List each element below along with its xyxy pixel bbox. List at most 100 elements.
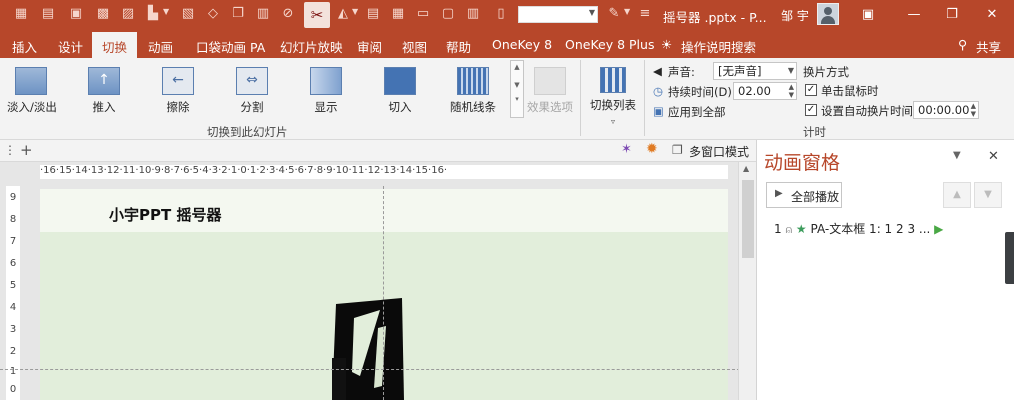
side-panel-handle[interactable] [1005,232,1014,284]
transition-random-bars[interactable]: 随机线条 [449,64,497,115]
magic-icon[interactable]: ✶ [621,142,632,157]
text-color-icon[interactable]: ◭ [335,6,351,22]
transition-cut[interactable]: 切入 [376,64,424,115]
tell-me-search[interactable]: 操作说明搜索 [681,37,756,56]
multi-window-button[interactable]: 多窗口模式 [689,143,749,160]
chevron-down-icon[interactable]: ▼ [589,8,595,17]
tab-pocket-animation[interactable]: 口袋动画 PA [196,37,265,56]
animation-brush-icon[interactable]: ✂ [304,2,330,28]
redo-icon[interactable]: ▣ [68,6,84,22]
after-time-stepper[interactable]: 00:00.00 ▲ ▼ [913,101,979,119]
picture-icon[interactable]: ▧ [180,6,196,22]
fade-icon [15,67,47,95]
scrollbar-thumb[interactable] [742,180,754,258]
tab-animations[interactable]: 动画 [148,37,173,56]
on-click-checkbox[interactable]: ✓ [805,84,817,96]
switch-list-icon [600,67,626,93]
horizontal-ruler: ·16·15·14·13·12·11·10·9·8·7·6·5·4·3·2·1·… [40,165,728,179]
minimize-icon[interactable]: — [906,7,922,23]
chevron-down-icon[interactable]: ▼ [352,7,358,16]
stepper-arrows-icon[interactable]: ▲ ▼ [971,102,976,118]
copy-icon[interactable]: ❐ [230,6,246,22]
crop-icon[interactable]: ▨ [120,6,136,22]
tab-transitions[interactable]: 切换 [92,32,138,58]
close-icon[interactable]: ✕ [984,7,1000,23]
duration-stepper[interactable]: 02.00 ▲ ▼ [733,82,797,100]
transition-split[interactable]: ⇔ 分割 [228,64,276,115]
chevron-down-icon[interactable]: ▼ [511,81,523,89]
chevron-down-icon[interactable]: ▿ [611,117,615,126]
transition-wipe[interactable]: ← 擦除 [154,64,202,115]
tab-view[interactable]: 视图 [402,37,427,56]
add-icon[interactable]: + [20,141,33,159]
tab-review[interactable]: 审阅 [357,37,382,56]
on-click-label: 单击鼠标时 [821,84,879,98]
effect-options-button[interactable]: 效果选项 [526,64,574,115]
stepper-arrows-icon[interactable]: ▲ ▼ [789,83,794,99]
more-icon[interactable]: ▾ [511,95,523,103]
share-button[interactable]: 共享 [976,37,1001,56]
lottery-number-graphic[interactable] [330,298,408,400]
name-box-input[interactable]: ▼ [518,6,598,23]
ribbon-display-options-icon[interactable]: ▣ [860,7,876,23]
group-divider [644,60,645,136]
move-up-button[interactable]: ▲ [943,182,971,208]
tab-slideshow[interactable]: 幻灯片放映 [280,37,343,56]
animation-pane [756,140,1014,400]
grid-icon[interactable]: ▩ [95,6,111,22]
push-icon: ↑ [88,67,120,95]
tab-insert[interactable]: 插入 [12,37,37,56]
play-all-button[interactable]: ▶ 全部播放 [766,182,842,208]
tab-help[interactable]: 帮助 [446,37,471,56]
chevron-down-icon[interactable]: ▼ [624,7,630,16]
pen-icon[interactable]: ✎ [606,6,622,22]
after-time-checkbox[interactable]: ✓ [805,104,817,116]
transition-fade[interactable]: 淡入/淡出 [7,64,57,115]
person-icon[interactable]: ⚲ [958,37,967,52]
lightbulb-icon[interactable]: ☀ [661,37,672,52]
gallery-scrollbar[interactable]: ▲ ▼ ▾ [510,60,524,118]
transition-reveal[interactable]: 显示 [302,64,350,115]
more-options-icon[interactable]: ⋮ [4,143,16,157]
settings-icon[interactable]: ✹ [646,141,658,157]
undo-icon[interactable]: ▤ [40,6,56,22]
switch-list-button[interactable]: 切换列表 ▿ [588,64,638,127]
save-icon[interactable]: ▦ [13,6,29,22]
customize-toolbar-icon[interactable]: ≡ [637,6,653,22]
frame-icon[interactable]: ▢ [440,6,456,22]
avatar[interactable] [817,3,839,25]
effect-options-icon [534,67,566,95]
tab-onekey8-plus[interactable]: OneKey 8 Plus [565,37,654,52]
slide-title[interactable]: 小宇PPT 摇号器 [109,204,221,225]
table-icon[interactable]: ▤ [365,6,381,22]
editor-vertical-scrollbar[interactable]: ▲ [738,162,756,400]
timing-bar-icon: ▶ [934,222,944,236]
mute-icon[interactable]: ⊘ [280,6,296,22]
animation-list-item[interactable]: 1 ⍝ ★ PA-文本框 1: 1 2 3 ... ▶ [774,220,943,237]
layout-icon[interactable]: ▥ [465,6,481,22]
shape-icon[interactable]: ◇ [205,6,221,22]
user-name[interactable]: 邹 宇 [781,7,809,24]
ruler-icon[interactable]: ▭ [415,6,431,22]
chevron-up-icon[interactable]: ▲ [511,63,523,71]
horizontal-guide[interactable] [0,369,740,370]
transition-push[interactable]: ↑ 推入 [80,64,128,115]
new-document-icon[interactable]: ▯ [493,6,509,22]
move-down-button[interactable]: ▼ [974,182,1002,208]
chevron-up-icon[interactable]: ▲ [743,164,749,173]
pane-options-icon[interactable]: ▼ [953,150,961,161]
restore-icon[interactable]: ❐ [944,7,960,23]
sound-select[interactable]: [无声音] ▼ [713,62,797,80]
tab-design[interactable]: 设计 [58,37,83,56]
tab-onekey8[interactable]: OneKey 8 [492,37,552,52]
apply-to-all-button[interactable]: 应用到全部 [668,104,726,120]
vertical-guide[interactable] [383,186,384,400]
chevron-down-icon[interactable]: ▼ [788,63,794,79]
vertical-ruler: 9 8 7 6 5 4 3 2 1 0 [6,186,20,400]
chevron-down-icon[interactable]: ▼ [163,7,169,16]
chart-icon[interactable]: ▦ [390,6,406,22]
close-icon[interactable]: ✕ [988,149,999,164]
group-divider [580,60,581,136]
format-painter-icon[interactable]: ▙ [145,6,161,22]
align-icon[interactable]: ▥ [255,6,271,22]
